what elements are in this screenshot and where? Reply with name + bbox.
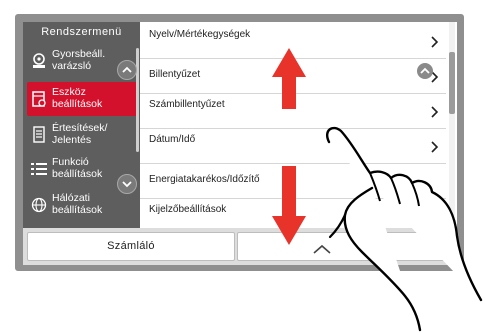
hand-swipe-icon (326, 126, 483, 332)
scroll-arrow-icon (272, 48, 306, 245)
gesture-overlay (272, 48, 483, 332)
